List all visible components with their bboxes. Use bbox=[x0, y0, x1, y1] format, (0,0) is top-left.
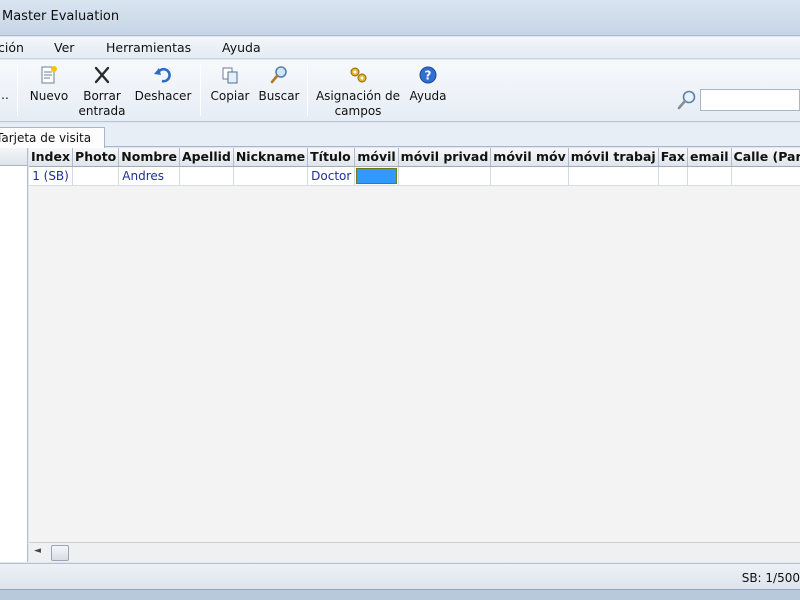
asignacion-label-line2: campos bbox=[334, 104, 382, 118]
deshacer-button[interactable]: Deshacer bbox=[134, 62, 192, 120]
tab-label: Tarjeta de visita bbox=[0, 131, 92, 145]
column-header-movil-trabajo[interactable]: móvil trabaj bbox=[568, 148, 659, 167]
horizontal-scrollbar[interactable]: ◄ bbox=[29, 542, 800, 562]
help-icon: ? bbox=[419, 66, 437, 84]
column-header-titulo[interactable]: Título bbox=[307, 148, 356, 167]
delete-x-icon bbox=[94, 66, 110, 84]
cell-email[interactable] bbox=[687, 166, 732, 186]
selected-cell-highlight bbox=[356, 167, 397, 184]
window-title: Master Evaluation bbox=[2, 9, 120, 24]
status-record-count: SB: 1/500 bbox=[741, 571, 800, 585]
borrar-entrada-button[interactable]: Borrar entrada bbox=[78, 62, 126, 120]
cell-titulo[interactable]: Doctor bbox=[307, 166, 356, 186]
window-bottom-frame bbox=[0, 589, 800, 600]
data-grid[interactable]: Index Photo Nombre Apellid Nickname Títu… bbox=[29, 148, 800, 542]
gears-icon bbox=[350, 67, 367, 83]
search-icon bbox=[676, 89, 698, 114]
contacts-table: Index Photo Nombre Apellid Nickname Títu… bbox=[29, 148, 800, 186]
buscar-label: Buscar bbox=[258, 89, 300, 103]
scroll-left-arrow-icon[interactable]: ◄ bbox=[34, 546, 41, 556]
tab-strip: Tarjeta de visita bbox=[0, 123, 800, 148]
toolbar-separator bbox=[200, 64, 201, 116]
left-tree-pane[interactable] bbox=[0, 148, 28, 562]
cell-index[interactable]: 1 (SB) bbox=[29, 166, 74, 186]
borrar-label-line2: entrada bbox=[78, 104, 126, 118]
cell-movil-movil[interactable] bbox=[490, 166, 569, 186]
title-bar: Master Evaluation bbox=[0, 0, 800, 36]
cell-nombre[interactable]: Andres bbox=[118, 166, 180, 186]
asignacion-label-line1: Asignación de bbox=[315, 89, 401, 103]
cell-nickname[interactable] bbox=[233, 166, 309, 186]
asignacion-campos-button[interactable]: Asignación de campos bbox=[315, 62, 401, 120]
column-header-calle[interactable]: Calle (Par bbox=[731, 148, 800, 167]
cell-calle[interactable] bbox=[731, 166, 800, 186]
cell-movil-trabajo[interactable] bbox=[568, 166, 659, 186]
toolbar-separator bbox=[307, 64, 308, 116]
ayuda-label: Ayuda bbox=[409, 89, 447, 103]
tab-tarjeta-de-visita[interactable]: Tarjeta de visita bbox=[0, 127, 105, 148]
column-header-movil-movil[interactable]: móvil móv bbox=[490, 148, 569, 167]
nuevo-button[interactable]: Nuevo bbox=[26, 62, 72, 120]
cell-movil-selected[interactable] bbox=[354, 166, 399, 186]
column-header-fax[interactable]: Fax bbox=[658, 148, 689, 167]
ayuda-button[interactable]: ? Ayuda bbox=[406, 62, 450, 120]
nuevo-label: Nuevo bbox=[29, 89, 69, 103]
cell-fax[interactable] bbox=[658, 166, 689, 186]
toolbar-separator bbox=[17, 64, 18, 116]
deshacer-label: Deshacer bbox=[134, 89, 192, 103]
menu-item-ayuda[interactable]: Ayuda bbox=[222, 40, 261, 55]
left-pane-header bbox=[0, 148, 27, 166]
column-header-nombre[interactable]: Nombre bbox=[118, 148, 180, 167]
column-header-email[interactable]: email bbox=[687, 148, 732, 167]
new-document-icon bbox=[41, 66, 57, 84]
menu-bar: ción Ver Herramientas Ayuda bbox=[0, 37, 800, 59]
column-header-photo[interactable]: Photo bbox=[72, 148, 120, 167]
cell-apellido[interactable] bbox=[179, 166, 234, 186]
menu-item-archivo[interactable]: ción bbox=[0, 40, 24, 55]
table-row[interactable]: 1 (SB) Andres Doctor bbox=[29, 166, 800, 186]
cell-photo[interactable] bbox=[72, 166, 120, 186]
menu-item-ver[interactable]: Ver bbox=[54, 40, 74, 55]
search-input[interactable] bbox=[700, 89, 800, 111]
copiar-button[interactable]: Copiar bbox=[208, 62, 252, 120]
column-header-index[interactable]: Index bbox=[29, 148, 74, 167]
search-magnifier-icon bbox=[270, 66, 287, 84]
status-bar: SB: 1/500 bbox=[0, 563, 800, 589]
copiar-label: Copiar bbox=[210, 89, 250, 103]
column-header-nickname[interactable]: Nickname bbox=[233, 148, 309, 167]
table-header-row: Index Photo Nombre Apellid Nickname Títu… bbox=[29, 148, 800, 167]
cell-movil-privado[interactable] bbox=[398, 166, 492, 186]
svg-text:?: ? bbox=[425, 69, 432, 83]
toolbar-overflow-label: .. bbox=[1, 88, 9, 102]
scrollbar-thumb[interactable] bbox=[51, 545, 69, 561]
menu-item-herramientas[interactable]: Herramientas bbox=[106, 40, 191, 55]
copy-icon bbox=[222, 67, 238, 84]
column-header-apellido[interactable]: Apellid bbox=[179, 148, 234, 167]
column-header-movil[interactable]: móvil bbox=[354, 148, 399, 167]
buscar-button[interactable]: Buscar bbox=[257, 62, 301, 120]
undo-icon bbox=[154, 67, 171, 83]
column-header-movil-privado[interactable]: móvil privad bbox=[398, 148, 492, 167]
borrar-label-line1: Borrar bbox=[83, 89, 121, 103]
